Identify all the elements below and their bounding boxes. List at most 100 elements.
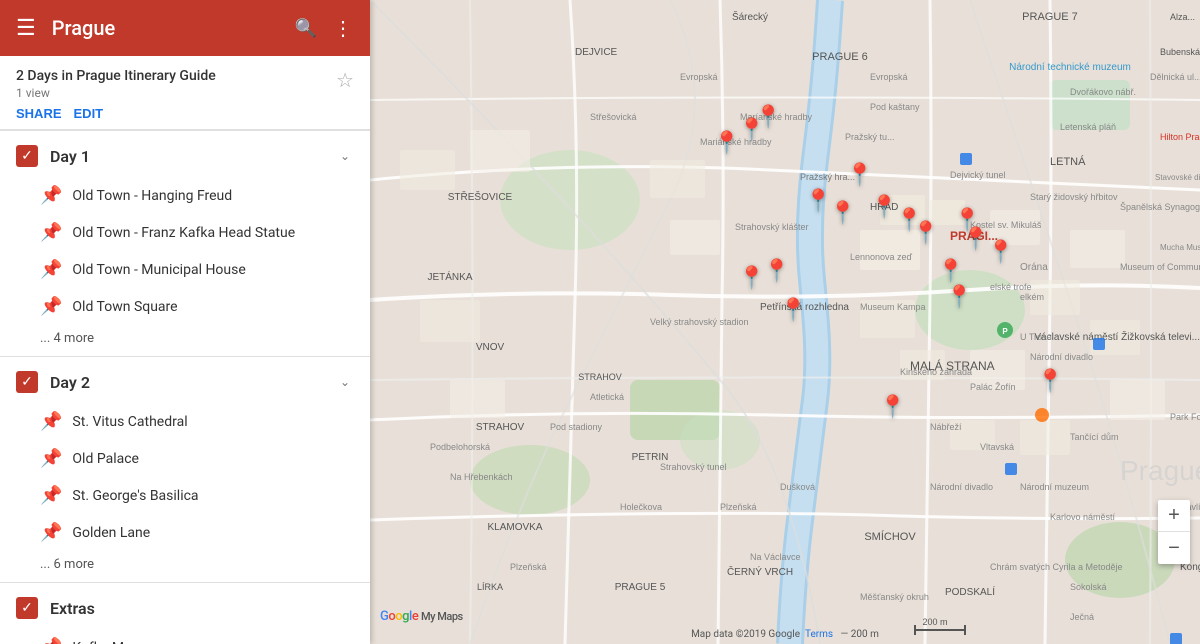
svg-text:Dělnická ul...: Dělnická ul... xyxy=(1150,72,1200,82)
svg-text:Měšťanský okruh: Měšťanský okruh xyxy=(860,592,929,602)
place-name: Old Town - Franz Kafka Head Statue xyxy=(72,225,295,241)
svg-text:200 m: 200 m xyxy=(922,617,947,627)
svg-text:Strahovský tunel: Strahovský tunel xyxy=(660,462,727,472)
svg-text:ČERNÝ VRCH: ČERNÝ VRCH xyxy=(727,565,793,578)
svg-text:Střešovická: Střešovická xyxy=(590,112,637,122)
day2-label: Day 2 xyxy=(50,373,324,392)
svg-text:Národní divadlo: Národní divadlo xyxy=(930,482,993,492)
map-container[interactable]: PRAGUE 6 STŘEŠOVICE JETÁNKA VNOV STRAHOV… xyxy=(370,0,1200,644)
place-name: Old Town Square xyxy=(72,299,177,315)
map-pin-yellow-8[interactable]: 📍 xyxy=(946,287,973,309)
list-item[interactable]: 📌 Old Town Square xyxy=(0,288,370,325)
day2-more[interactable]: ... 6 more xyxy=(0,551,370,582)
svg-text:PRAGUE 6: PRAGUE 6 xyxy=(812,51,868,63)
svg-text:LETNÁ: LETNÁ xyxy=(1050,155,1086,168)
day1-label: Day 1 xyxy=(50,147,324,166)
svg-text:P: P xyxy=(1002,327,1008,336)
list-item[interactable]: 📌 Old Town - Municipal House xyxy=(0,251,370,288)
svg-text:Pod kaštany: Pod kaštany xyxy=(870,102,920,112)
svg-text:Museum of Communism: Museum of Communism xyxy=(1120,262,1200,272)
map-pin-yellow-7[interactable]: 📍 xyxy=(937,261,964,283)
place-name: Old Palace xyxy=(72,451,139,467)
pin-icon: 📌 xyxy=(40,448,62,469)
map-pin-red-5[interactable]: 📍 xyxy=(763,261,790,283)
svg-text:Pod stadiony: Pod stadiony xyxy=(550,422,603,432)
svg-text:U Trose: U Trose xyxy=(1020,332,1052,342)
itinerary-scroll[interactable]: ✓ Day 1 ⌄ 📌 Old Town - Hanging Freud 📌 O… xyxy=(0,130,370,644)
extras-checkbox[interactable]: ✓ xyxy=(16,597,38,619)
map-pin-purple-3[interactable]: 📍 xyxy=(879,397,906,419)
map-pin-red-7[interactable]: 📍 xyxy=(780,300,807,322)
list-item[interactable]: 📌 Kafka Museum xyxy=(0,629,370,644)
list-item[interactable]: 📌 Old Palace xyxy=(0,440,370,477)
svg-text:Hilton Prague: Hilton Prague xyxy=(1160,132,1200,142)
map-pin-red-4[interactable]: 📍 xyxy=(804,191,831,213)
map-pin-red-6[interactable]: 📍 xyxy=(738,268,765,290)
day1-checkbox[interactable]: ✓ xyxy=(16,145,38,167)
list-item[interactable]: 📌 Golden Lane xyxy=(0,514,370,551)
day1-section: ✓ Day 1 ⌄ 📌 Old Town - Hanging Freud 📌 O… xyxy=(0,130,370,356)
extras-header: ✓ Extras xyxy=(0,582,370,629)
list-item[interactable]: 📌 St. George's Basilica xyxy=(0,477,370,514)
svg-text:elkém: elkém xyxy=(1020,292,1044,302)
map-zoom-controls: + − xyxy=(1158,500,1190,564)
place-name: Kafka Museum xyxy=(72,640,166,644)
menu-icon[interactable]: ☰ xyxy=(16,16,36,41)
map-info-bar: 2 Days in Prague Itinerary Guide 1 view … xyxy=(0,56,370,130)
svg-text:Na Hřebenkách: Na Hřebenkách xyxy=(450,472,513,482)
svg-text:Palác Žofín: Palác Žofín xyxy=(970,382,1016,392)
place-name: Golden Lane xyxy=(72,525,150,541)
star-icon[interactable]: ☆ xyxy=(336,68,354,92)
map-pin-purple-1[interactable]: 📍 xyxy=(846,165,873,187)
edit-button[interactable]: EDIT xyxy=(74,106,104,121)
app-header: ☰ Prague 🔍 ⋮ xyxy=(0,0,370,56)
svg-text:Pražský tu...: Pražský tu... xyxy=(845,132,895,142)
svg-text:PRAGUE 5: PRAGUE 5 xyxy=(615,582,666,593)
map-pin-yellow-1[interactable]: 📍 xyxy=(871,197,898,219)
svg-text:Bubenská: Bubenská xyxy=(1160,47,1200,57)
map-pin-yellow-5[interactable]: 📍 xyxy=(962,229,989,251)
search-icon[interactable]: 🔍 xyxy=(295,18,317,39)
day2-expand[interactable]: ⌄ xyxy=(336,371,354,393)
svg-text:Karlovo náměstí: Karlovo náměstí xyxy=(1050,512,1116,522)
svg-text:Alza...: Alza... xyxy=(1170,12,1195,22)
map-pin-red-1[interactable]: 📍 xyxy=(713,133,740,155)
terms-link[interactable]: Terms xyxy=(805,629,833,640)
list-item[interactable]: 📌 Old Town - Hanging Freud xyxy=(0,177,370,214)
zoom-out-button[interactable]: − xyxy=(1158,532,1190,564)
share-button[interactable]: SHARE xyxy=(16,106,62,121)
svg-text:elské trofe: elské trofe xyxy=(990,282,1032,292)
sidebar: ☰ Prague 🔍 ⋮ 2 Days in Prague Itinerary … xyxy=(0,0,370,644)
zoom-in-button[interactable]: + xyxy=(1158,500,1190,532)
map-pin-yellow-6[interactable]: 📍 xyxy=(987,242,1014,264)
svg-text:Park Folimanka: Park Folimanka xyxy=(1170,412,1200,422)
map-pin-purple-4[interactable]: 📍 xyxy=(1037,371,1064,393)
pin-icon: 📌 xyxy=(40,637,62,644)
list-item[interactable]: 📌 St. Vitus Cathedral xyxy=(0,403,370,440)
pin-icon: 📌 xyxy=(40,185,62,206)
more-icon[interactable]: ⋮ xyxy=(333,16,354,40)
svg-text:Podbelohorská: Podbelohorská xyxy=(430,442,490,452)
svg-text:Šárecký: Šárecký xyxy=(732,10,768,23)
attribution-text: Map data ©2019 Google xyxy=(691,629,800,640)
svg-text:MALÁ STRANA: MALÁ STRANA xyxy=(910,358,995,373)
svg-text:Prague: Prague xyxy=(1120,455,1200,486)
map-views: 1 view xyxy=(16,86,216,100)
map-pin-purple-2[interactable]: 📍 xyxy=(829,203,856,225)
google-logo: Google My Maps xyxy=(380,609,463,624)
extras-section: ✓ Extras 📌 Kafka Museum xyxy=(0,582,370,644)
map-pin-yellow-3[interactable]: 📍 xyxy=(912,223,939,245)
svg-text:Strahovský klášter: Strahovský klášter xyxy=(735,222,809,232)
svg-text:STRAHOV: STRAHOV xyxy=(476,422,525,433)
map-pin-red-3[interactable]: 📍 xyxy=(755,107,782,129)
svg-text:PRAGUE 7: PRAGUE 7 xyxy=(1022,11,1078,23)
day1-expand[interactable]: ⌄ xyxy=(336,145,354,167)
svg-text:Dejvický tunel: Dejvický tunel xyxy=(950,170,1006,180)
day2-checkbox[interactable]: ✓ xyxy=(16,371,38,393)
list-item[interactable]: 📌 Old Town - Franz Kafka Head Statue xyxy=(0,214,370,251)
day1-more[interactable]: ... 4 more xyxy=(0,325,370,356)
place-name: St. Vitus Cathedral xyxy=(72,414,187,430)
pin-icon: 📌 xyxy=(40,259,62,280)
place-name: St. George's Basilica xyxy=(72,488,198,504)
svg-text:STŘEŠOVICE: STŘEŠOVICE xyxy=(448,190,513,203)
